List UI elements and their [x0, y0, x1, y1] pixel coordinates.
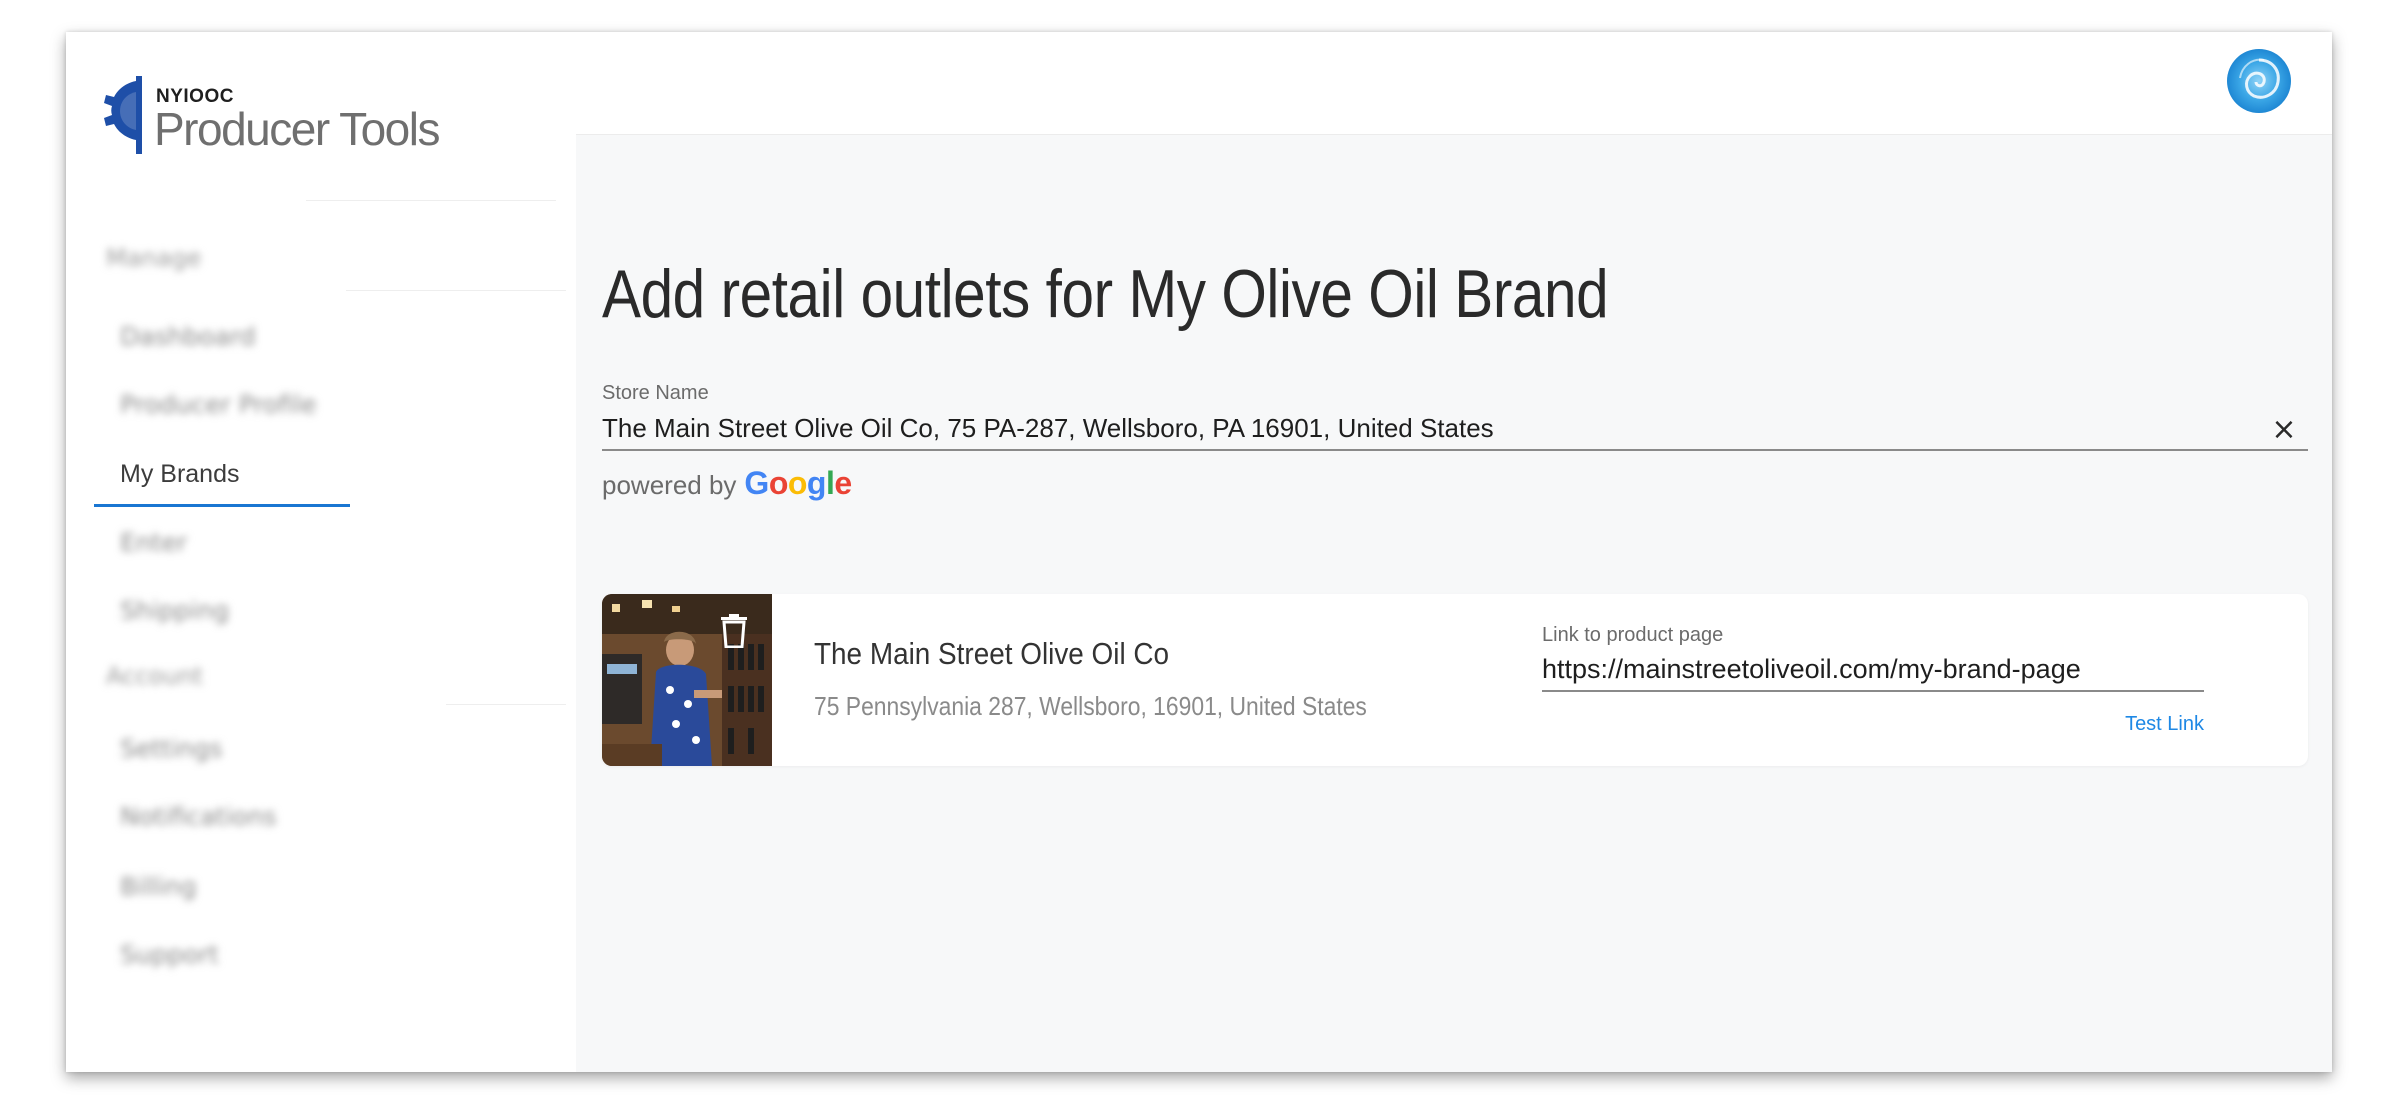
outlet-name: The Main Street Olive Oil Co — [814, 636, 1170, 671]
powered-by-google: powered by Google — [602, 465, 852, 502]
google-letter: g — [806, 465, 827, 501]
powered-by-text: powered by — [602, 470, 737, 500]
active-indicator — [94, 504, 350, 507]
logo-title: Producer Tools — [154, 103, 441, 155]
sidebar-item-enter[interactable]: Enter — [120, 528, 187, 557]
sidebar-divider — [346, 290, 566, 291]
sidebar-item-billing[interactable]: Billing — [120, 872, 197, 901]
google-letter: o — [787, 465, 808, 501]
sidebar-divider — [306, 200, 556, 201]
sidebar: NYIOOC Producer Tools Manage Dashboard P… — [66, 32, 576, 1072]
sidebar-section-manage: Manage — [106, 244, 202, 272]
page-title: Add retail outlets for My Olive Oil Bran… — [602, 256, 1609, 332]
sidebar-item-my-brands[interactable]: My Brands — [120, 460, 239, 489]
sidebar-item-support[interactable]: Support — [120, 940, 219, 969]
sidebar-item-settings[interactable]: Settings — [120, 734, 223, 763]
sidebar-item-shipping[interactable]: Shipping — [120, 596, 229, 625]
google-logo: Google — [744, 465, 852, 502]
sidebar-item-producer-profile[interactable]: Producer Profile — [120, 390, 316, 419]
google-letter: o — [768, 465, 789, 501]
trash-icon[interactable] — [720, 614, 748, 648]
top-bar — [576, 32, 2332, 135]
close-icon[interactable]: × — [2266, 411, 2302, 447]
product-link-label: Link to product page — [1542, 624, 1724, 646]
sidebar-item-notifications[interactable]: Notifications — [120, 802, 276, 831]
app-logo[interactable]: NYIOOC Producer Tools — [104, 72, 441, 162]
test-link-button[interactable]: Test Link — [2032, 713, 2204, 736]
retail-outlet-card: The Main Street Olive Oil Co 75 Pennsylv… — [602, 594, 2308, 766]
outlet-address: 75 Pennsylvania 287, Wellsboro, 16901, U… — [814, 691, 1367, 721]
main-content: Add retail outlets for My Olive Oil Bran… — [576, 135, 2332, 1072]
app-window: NYIOOC Producer Tools Manage Dashboard P… — [66, 32, 2332, 1072]
store-name-label: Store Name — [602, 382, 709, 404]
gear-logo-icon — [104, 76, 142, 154]
product-link-input[interactable] — [1542, 648, 2204, 692]
user-avatar[interactable] — [2226, 48, 2292, 114]
store-name-input[interactable] — [602, 407, 2308, 451]
google-letter: e — [834, 465, 852, 501]
sidebar-divider — [446, 704, 566, 705]
sidebar-section-account: Account — [106, 662, 203, 690]
sidebar-item-dashboard[interactable]: Dashboard — [120, 322, 256, 351]
google-letter: G — [744, 465, 769, 501]
